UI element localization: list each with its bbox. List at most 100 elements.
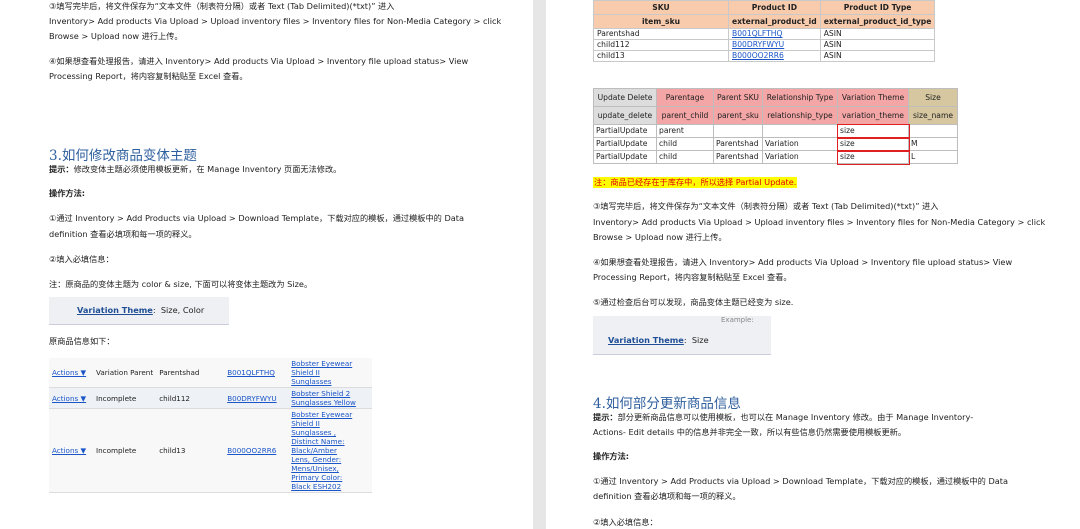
- header-cell: Parentage: [656, 88, 714, 107]
- header-cell: Product ID: [728, 0, 821, 15]
- header-cell: variation_theme: [837, 106, 909, 125]
- title-line: Lens, Gender:: [291, 455, 342, 464]
- note: 注：原商品的变体主题为 color & size, 下面可以将变体主题改为 Si…: [49, 279, 313, 289]
- table-cell: parent: [656, 124, 714, 138]
- step4-line1: ④如果想查看处理报告，请进入 Inventory> Add products V…: [49, 56, 469, 66]
- header-cell: Variation Theme: [837, 88, 909, 107]
- inventory-table-wrap: Actions ▼ Variation Parent Parentshad B0…: [49, 358, 373, 493]
- step1-line1: ①通过 Inventory > Add Products via Upload …: [49, 213, 465, 223]
- header-cell: update_delete: [593, 106, 657, 125]
- table-cell: [762, 124, 838, 138]
- asin-link[interactable]: B00DRYFWYU: [227, 394, 276, 403]
- step2: ②填入必填信息：: [593, 517, 658, 527]
- variation-theme-field: Variation Theme: Size, Color: [77, 305, 205, 315]
- table-cell: child13: [593, 50, 729, 62]
- title-link[interactable]: Bobster Eyewear Shield II Sunglasses , Dist…: [291, 410, 352, 491]
- header-cell: Update Delete: [593, 88, 657, 107]
- highlighted-cell: size: [836, 136, 910, 152]
- method-label: 操作方法:: [49, 188, 86, 198]
- table-cell: Parentshad: [713, 150, 763, 164]
- asin-link[interactable]: B000OO2RR6: [227, 446, 276, 455]
- variation-theme-box: Example: Variation Theme: Size: [593, 316, 771, 355]
- table-cell: Parentshad: [593, 28, 729, 40]
- tip-label: 提示：: [49, 164, 74, 174]
- title-link[interactable]: Bobster Shield 2 Sunglasses Yellow: [291, 389, 356, 407]
- header-cell: Parent SKU: [713, 88, 763, 107]
- table-cell: [713, 124, 763, 138]
- step2: ②填入必填信息：: [49, 254, 114, 264]
- highlighted-cell: size: [836, 123, 910, 139]
- sku-cell: child13: [156, 408, 225, 493]
- title-line: Black ESH202: [291, 482, 342, 491]
- step3-line3: Browse > Upload now 进行上传。: [49, 31, 183, 41]
- table-cell: ASIN: [819, 39, 936, 51]
- header-cell: relationship_type: [762, 106, 838, 125]
- title-line: Bobster Shield 2: [291, 389, 351, 398]
- inventory-row: Actions ▼ Incomplete child13 B000OO2RR6 …: [49, 408, 373, 493]
- variation-theme-box: Variation Theme: Size, Color: [49, 297, 229, 325]
- header-cell: parent_child: [656, 106, 714, 125]
- header-cell: Size: [908, 88, 958, 107]
- title-link[interactable]: Bobster Eyewear Shield II Sunglasses: [291, 359, 352, 386]
- step4-line2: Processing Report，将内容复制粘贴至 Excel 查看。: [49, 71, 248, 81]
- table-row: child112 B00DRYFWYU ASIN: [593, 39, 936, 51]
- sku-template-table-wrap: SKU Product ID Product ID Type item_sku …: [593, 0, 936, 62]
- example-text: Example:: [721, 316, 754, 324]
- step1-line2: definition 查看必填项和每一项的释义。: [49, 229, 197, 239]
- title-line: Shield II: [291, 368, 320, 377]
- tip-text: 部分更新商品信息可以使用模板，也可以在 Manage Inventory 修改。…: [617, 412, 974, 422]
- table-row: Parentshad B001QLFTHQ ASIN: [593, 28, 936, 40]
- section-heading: 4.如何部分更新商品信息: [593, 396, 741, 412]
- title-line: Primary Color:: [291, 473, 343, 482]
- sku-cell: child112: [156, 387, 225, 409]
- asin-link[interactable]: B00DRYFWYU: [732, 40, 784, 49]
- header-cell: Product ID Type: [819, 0, 936, 15]
- status-cell: Incomplete: [93, 387, 157, 409]
- step5: ⑤通过检查后台可以发现，商品变体主题已经变为 size.: [593, 297, 794, 307]
- actions-dropdown[interactable]: Actions ▼: [52, 394, 86, 403]
- table-row: PartialUpdate child Parentshad Variation…: [593, 136, 958, 152]
- title-line: Sunglasses ,: [291, 428, 337, 437]
- variation-theme-value: Size, Color: [160, 305, 205, 315]
- table-cell: PartialUpdate: [593, 124, 657, 138]
- header-cell: parent_sku: [713, 106, 763, 125]
- table-row: PartialUpdate child Parentshad Variation…: [593, 149, 958, 165]
- table-cell: PartialUpdate: [593, 137, 657, 151]
- partial-update-note: 注：商品已经存在于库存中，所以选择 Partial Update.: [593, 177, 798, 188]
- header-cell: size_name: [908, 106, 958, 125]
- actions-dropdown[interactable]: Actions ▼: [52, 368, 86, 377]
- step4-line1: ④如果想查看处理报告，请进入 Inventory> Add products V…: [593, 257, 1013, 267]
- asin-link[interactable]: B001QLFTHQ: [227, 368, 275, 377]
- title-line: Sunglasses Yellow: [291, 398, 356, 407]
- highlighted-cell: size: [836, 149, 910, 165]
- original-info-label: 原商品信息如下：: [49, 336, 115, 346]
- asin-link[interactable]: B000OO2RR6: [732, 51, 784, 60]
- right-page: SKU Product ID Product ID Type item_sku …: [546, 0, 1080, 529]
- left-page: ③填写完毕后，将文件保存为“文本文件（制表符分隔）或者 Text (Tab De…: [0, 0, 533, 529]
- variation-template-table-wrap: Update Delete Parentage Parent SKU Relat…: [593, 88, 958, 165]
- step1-line2: definition 查看必填项和每一项的释义。: [593, 491, 741, 501]
- table-cell: ASIN: [819, 28, 936, 40]
- sku-cell: Parentshad: [156, 358, 225, 388]
- table-cell: Variation: [762, 137, 838, 151]
- actions-dropdown[interactable]: Actions ▼: [52, 446, 86, 455]
- step3-line1: ③填写完毕后，将文件保存为“文本文件（制表符分隔）或者 Text (Tab De…: [49, 1, 395, 11]
- variation-theme-label: Variation Theme: [77, 305, 153, 315]
- step1-line1: ①通过 Inventory > Add Products via Upload …: [593, 476, 1009, 486]
- tip-line2: Actions- Edit details 中的信息并非完全一致，所以有些信息仍…: [593, 427, 907, 437]
- table-cell: L: [908, 150, 958, 164]
- table-cell: [908, 124, 958, 138]
- title-line: Shield II: [291, 419, 320, 428]
- section-heading: 3.如何修改商品变体主题: [49, 148, 197, 164]
- title-line: Bobster Eyewear: [291, 410, 353, 419]
- title-line: Distinct Name:: [291, 437, 345, 446]
- variation-theme-field: Variation Theme: Size: [608, 335, 709, 345]
- table-cell: child: [656, 150, 714, 164]
- asin-link[interactable]: B001QLFTHQ: [732, 29, 782, 38]
- variation-theme-label: Variation Theme: [608, 335, 684, 345]
- title-line: Mens/Unisex,: [291, 464, 339, 473]
- table-cell: Parentshad: [713, 137, 763, 151]
- header-cell: external_product_id_type: [819, 14, 936, 29]
- step3-line2: Inventory> Add products Via Upload > Upl…: [49, 16, 502, 26]
- header-cell: Relationship Type: [762, 88, 838, 107]
